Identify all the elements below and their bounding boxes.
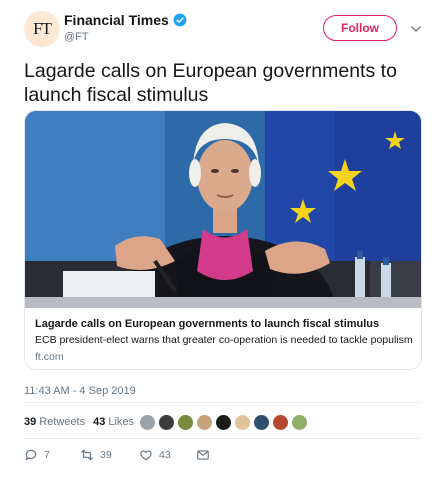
like-button[interactable]: 43 [139, 448, 171, 462]
divider [24, 402, 422, 403]
tweet-text: Lagarde calls on European governments to… [24, 60, 397, 106]
liker-avatar[interactable] [272, 414, 289, 431]
avatar-text: FT [33, 19, 52, 38]
link-card[interactable]: Lagarde calls on European governments to… [24, 110, 422, 370]
liker-avatar[interactable] [196, 414, 213, 431]
liker-avatar[interactable] [215, 414, 232, 431]
retweet-icon [81, 449, 93, 461]
retweets-label[interactable]: Retweets [39, 416, 85, 428]
reply-count: 7 [44, 449, 50, 461]
card-title: Lagarde calls on European governments to… [35, 318, 380, 330]
verified-badge-icon [173, 13, 187, 27]
author-name-row: Financial Times [64, 12, 187, 28]
heart-icon [140, 450, 152, 461]
follow-button[interactable]: Follow [323, 15, 397, 41]
retweets-count[interactable]: 39 [24, 416, 36, 428]
liker-avatar[interactable] [139, 414, 156, 431]
card-description: ECB president-elect warns that greater c… [35, 334, 413, 346]
tweet: FT Financial Times @FT Follow Lagarde ca… [0, 0, 447, 491]
author-avatar[interactable]: FT [24, 11, 60, 47]
message-icon [197, 450, 209, 460]
retweet-count: 39 [100, 449, 112, 461]
liker-avatar[interactable] [158, 414, 175, 431]
like-count: 43 [159, 449, 171, 461]
liker-avatar[interactable] [234, 414, 251, 431]
reply-icon [25, 449, 37, 461]
liker-avatar[interactable] [253, 414, 270, 431]
chevron-down-icon[interactable] [410, 23, 422, 35]
card-domain: ft.com [35, 351, 64, 363]
divider [24, 438, 422, 439]
likes-count[interactable]: 43 [93, 416, 105, 428]
direct-message-button[interactable] [196, 448, 216, 462]
reply-button[interactable]: 7 [24, 448, 50, 462]
retweet-button[interactable]: 39 [80, 448, 112, 462]
tweet-timestamp[interactable]: 11:43 AM - 4 Sep 2019 [24, 385, 136, 397]
card-photo [25, 111, 421, 308]
liker-avatar[interactable] [291, 414, 308, 431]
liker-avatar[interactable] [177, 414, 194, 431]
liker-avatars [139, 414, 310, 431]
likes-label[interactable]: Likes [108, 416, 134, 428]
author-display-name[interactable]: Financial Times [64, 12, 169, 28]
action-bar: 7 39 43 [24, 448, 324, 468]
engagement-stats: 39 Retweets 43 Likes [24, 416, 134, 428]
author-handle[interactable]: @FT [64, 31, 89, 43]
